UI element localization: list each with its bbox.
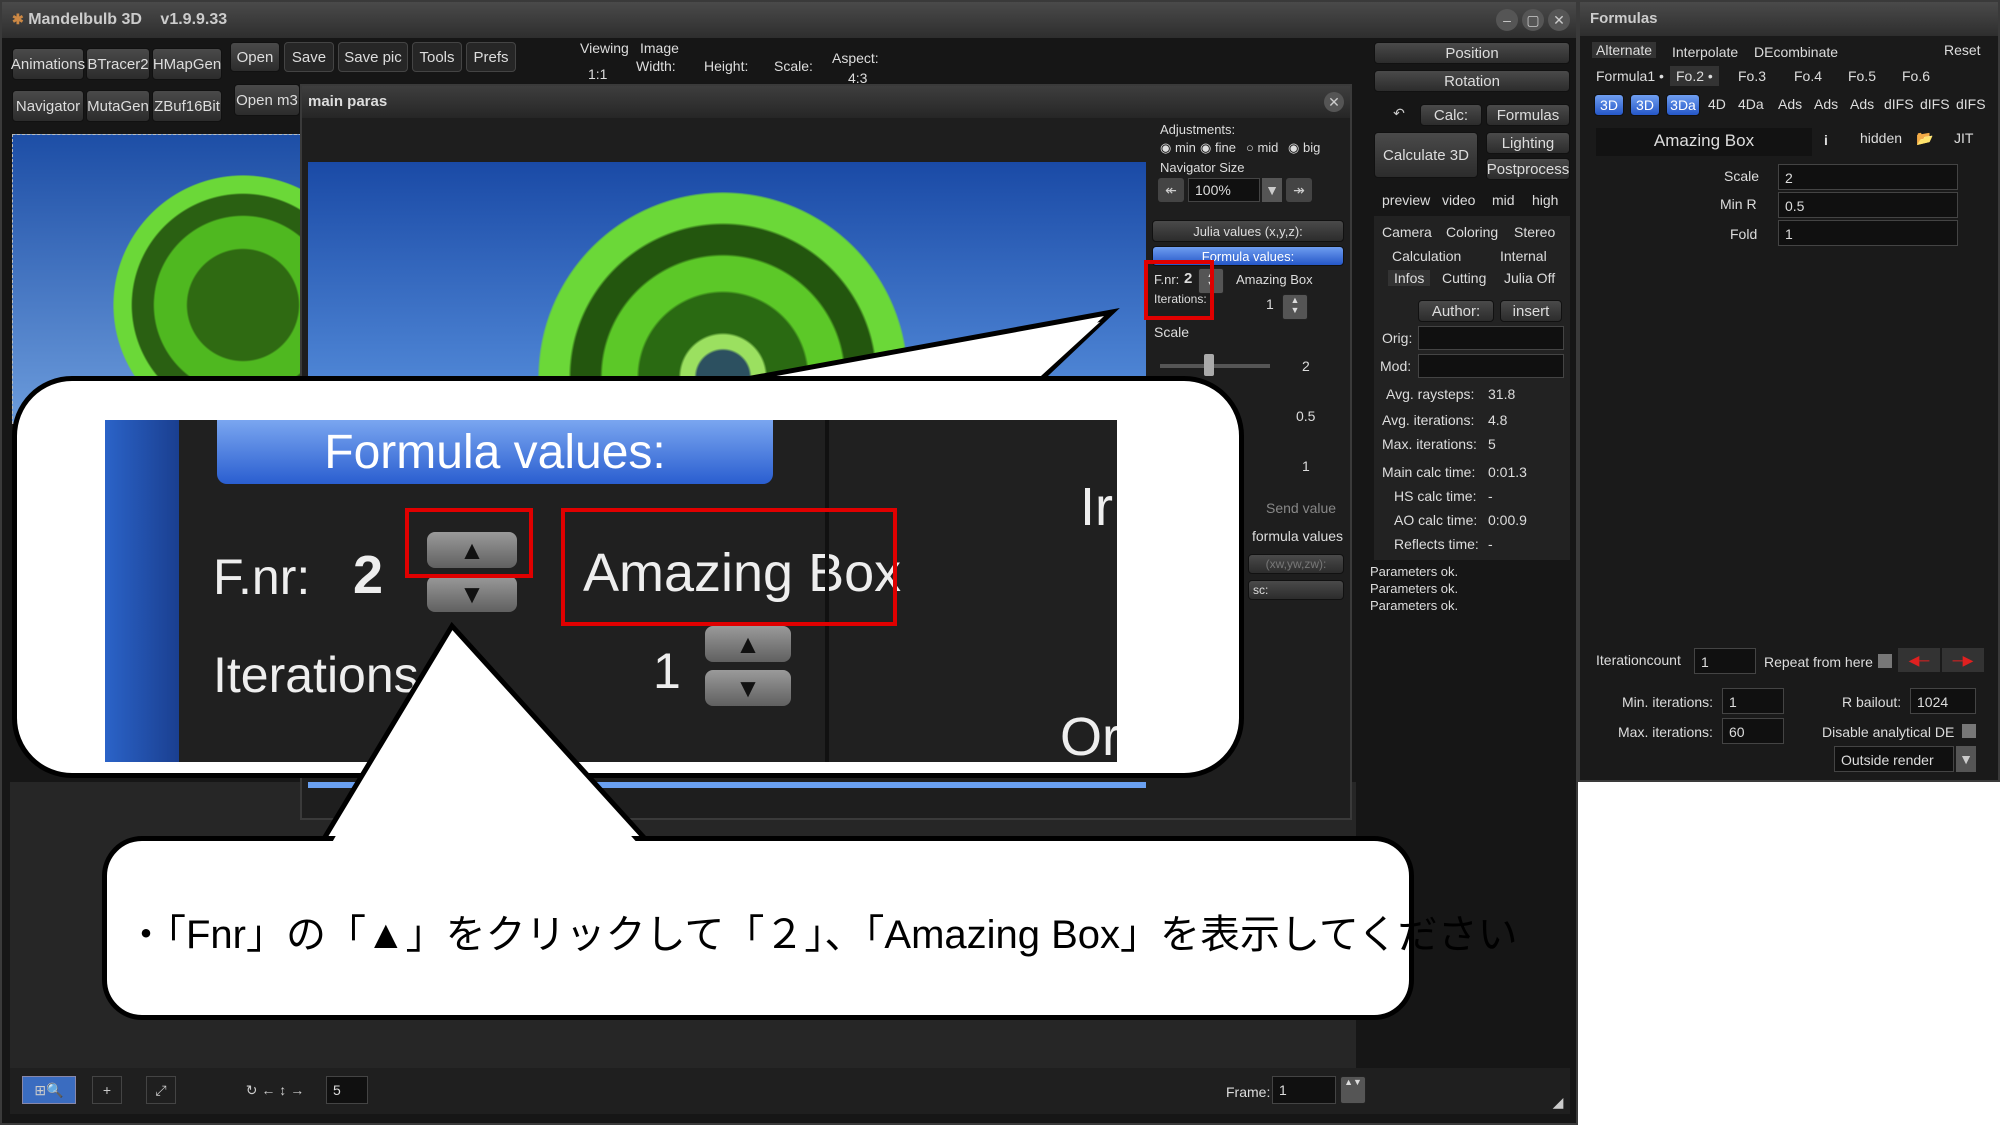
instruction-text: ・「Fnr」の「▲」をクリックして「２」、「Amazing Box」を表示してく… xyxy=(126,913,1518,957)
